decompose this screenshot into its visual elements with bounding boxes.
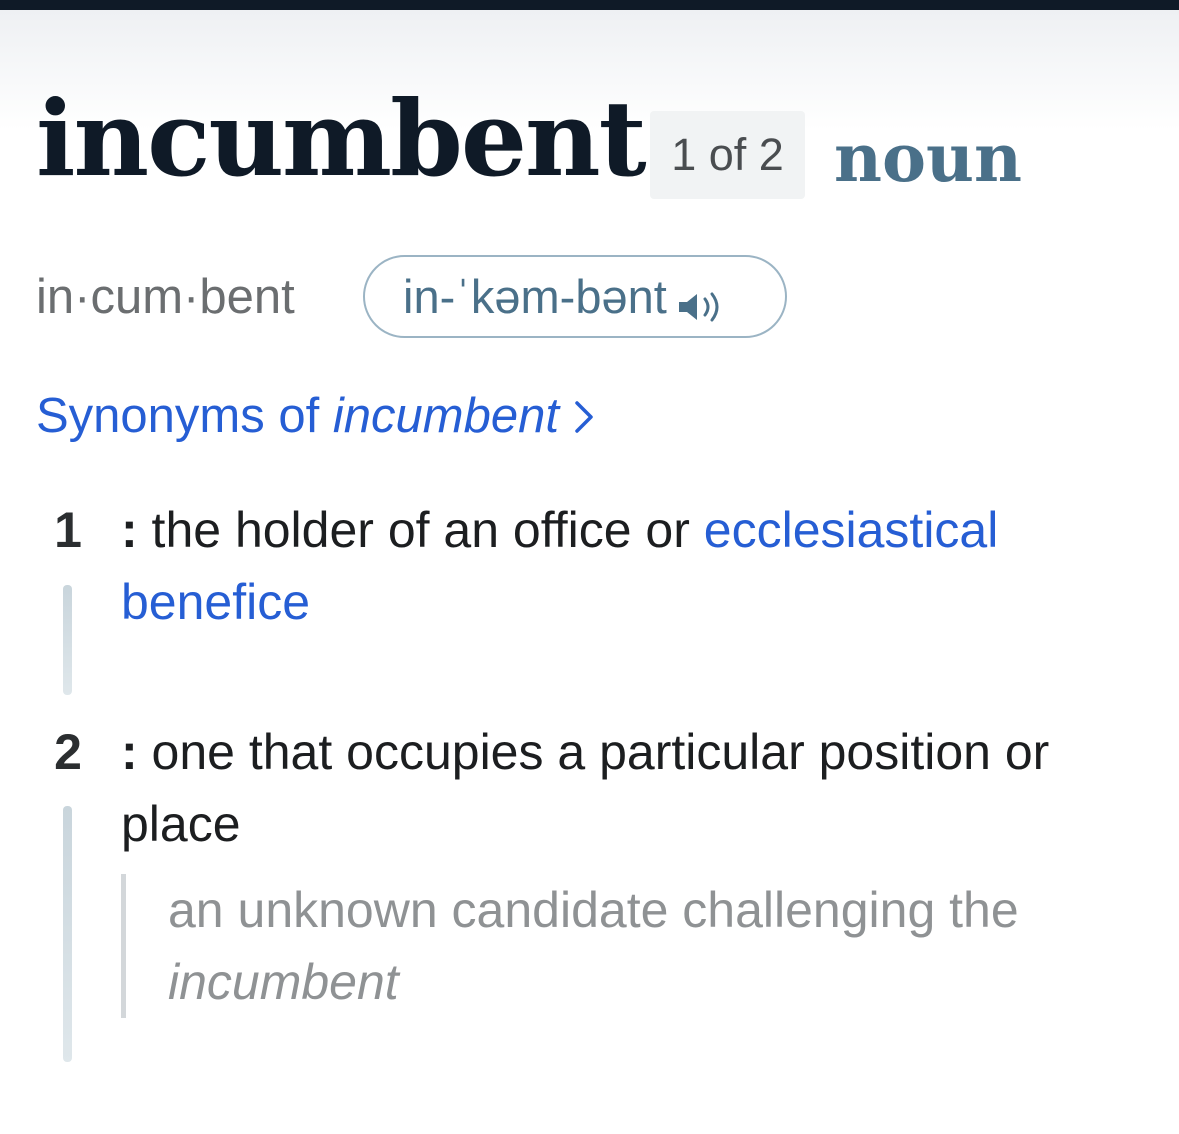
definition-text: one that occupies a particular position …: [121, 724, 1050, 852]
sense-bar: [63, 585, 72, 695]
example-headword: incumbent: [168, 954, 399, 1010]
definition-colon: :: [121, 724, 138, 780]
example-text: an unknown candidate challenging the: [168, 882, 1019, 938]
speaker-icon: [677, 280, 727, 321]
definition-text: the holder of an office or: [137, 502, 704, 558]
example-sentence: an unknown candidate challenging the inc…: [121, 874, 1168, 1018]
synonyms-word: incumbent: [332, 389, 559, 443]
sense-definition: : one that occupies a particular positio…: [121, 716, 1141, 860]
top-nav-bar: [0, 0, 1179, 10]
synonyms-prefix: Synonyms of: [36, 389, 333, 443]
pronunciation-button[interactable]: in-ˈkəm-bənt: [363, 255, 787, 338]
dictionary-entry-page: incumbent 1 of 2 noun in·cum·bent in-ˈkə…: [0, 0, 1179, 1134]
sense-definition: : the holder of an office or ecclesiasti…: [121, 494, 1141, 638]
homograph-badge[interactable]: 1 of 2: [650, 111, 805, 199]
chevron-right-icon: [573, 385, 595, 433]
sense-number: 2: [54, 724, 82, 780]
headword: incumbent: [36, 77, 647, 200]
part-of-speech-link[interactable]: noun: [834, 112, 1022, 204]
sense-bar: [63, 806, 72, 1062]
sense-number: 1: [54, 502, 82, 558]
pronunciation-text: in-ˈkəm-bənt: [403, 270, 667, 323]
synonyms-link[interactable]: Synonyms of incumbent: [36, 383, 595, 449]
syllables: in·cum·bent: [36, 270, 295, 324]
definition-colon: :: [121, 502, 138, 558]
